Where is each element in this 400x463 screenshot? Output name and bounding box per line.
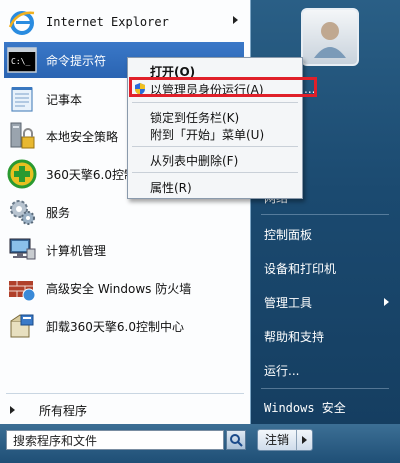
link-label: 帮助和支持 bbox=[264, 329, 325, 344]
notepad-icon bbox=[6, 83, 38, 115]
menu-label: 锁定到任务栏(K) bbox=[150, 110, 240, 125]
security-policy-icon bbox=[6, 120, 38, 152]
search-placeholder: 搜索程序和文件 bbox=[13, 433, 98, 448]
all-programs-button[interactable]: 所有程序 bbox=[4, 399, 244, 421]
menu-label: 附到「开始」菜单(U) bbox=[150, 127, 265, 142]
link-label: 运行... bbox=[264, 363, 300, 378]
program-label: Internet Explorer bbox=[46, 15, 169, 29]
uninstall-icon bbox=[6, 310, 38, 342]
link-run[interactable]: 运行... bbox=[255, 356, 395, 384]
svg-text:C:\_: C:\_ bbox=[11, 57, 30, 66]
link-devices-printers[interactable]: 设备和打印机 bbox=[255, 254, 395, 282]
program-label: 计算机管理 bbox=[46, 243, 107, 258]
program-uninstall-360[interactable]: 卸载360天擎6.0控制中心 bbox=[4, 308, 244, 344]
search-button[interactable] bbox=[226, 430, 246, 450]
menu-properties[interactable]: 属性(R) bbox=[150, 179, 192, 195]
program-label: 命令提示符 bbox=[46, 53, 107, 68]
cmd-icon: C:\_ bbox=[6, 44, 38, 76]
services-icon bbox=[6, 196, 38, 228]
menu-pin-start[interactable]: 附到「开始」菜单(U) bbox=[150, 126, 264, 142]
program-label: 本地安全策略 bbox=[46, 129, 119, 144]
chevron-right-icon bbox=[384, 298, 389, 306]
program-label: 服务 bbox=[46, 205, 71, 220]
divider bbox=[261, 214, 389, 215]
link-label: Windows 安全 bbox=[264, 400, 346, 415]
program-label: 记事本 bbox=[46, 92, 83, 107]
logoff-button[interactable]: 注销 bbox=[257, 429, 313, 451]
search-input[interactable]: 搜索程序和文件 bbox=[6, 430, 224, 450]
link-control-panel[interactable]: 控制面板 bbox=[255, 220, 395, 248]
link-label: 设备和打印机 bbox=[264, 261, 337, 276]
program-label: 高级安全 Windows 防火墙 bbox=[46, 281, 192, 296]
link-admin-tools[interactable]: 管理工具 bbox=[255, 288, 395, 316]
link-windows-security[interactable]: Windows 安全 bbox=[255, 393, 395, 421]
shutdown-options-button[interactable] bbox=[297, 436, 312, 444]
link-label: 控制面板 bbox=[264, 227, 313, 242]
program-internet-explorer[interactable]: Internet Explorer bbox=[4, 4, 244, 40]
360-icon bbox=[6, 158, 38, 190]
ie-icon bbox=[6, 6, 38, 38]
menu-label: 从列表中删除(F) bbox=[150, 153, 239, 168]
link-help-support[interactable]: 帮助和支持 bbox=[255, 322, 395, 350]
divider bbox=[261, 388, 389, 389]
chevron-right-icon bbox=[233, 16, 238, 24]
program-label: 卸载360天擎6.0控制中心 bbox=[46, 319, 184, 334]
all-programs-label: 所有程序 bbox=[39, 403, 88, 418]
menu-label: 属性(R) bbox=[150, 180, 192, 195]
chevron-right-icon bbox=[10, 406, 15, 414]
program-windows-firewall[interactable]: 高级安全 Windows 防火墙 bbox=[4, 270, 244, 306]
program-services[interactable]: 服务 bbox=[4, 194, 244, 230]
menu-remove-from-list[interactable]: 从列表中删除(F) bbox=[150, 152, 238, 168]
user-icon bbox=[314, 22, 346, 58]
program-label: 360天擎6.0控制 bbox=[46, 167, 136, 182]
program-computer-management[interactable]: 计算机管理 bbox=[4, 232, 244, 268]
chevron-right-icon bbox=[302, 436, 307, 444]
divider bbox=[6, 393, 244, 394]
search-icon bbox=[230, 434, 243, 447]
highlight-annotation bbox=[129, 77, 317, 97]
menu-pin-taskbar[interactable]: 锁定到任务栏(K) bbox=[150, 109, 239, 125]
divider bbox=[132, 146, 298, 147]
logoff-label: 注销 bbox=[258, 430, 297, 450]
link-label: 管理工具 bbox=[264, 295, 313, 310]
firewall-icon bbox=[6, 272, 38, 304]
bottom-bar: 搜索程序和文件 注销 bbox=[0, 424, 400, 463]
computer-management-icon bbox=[6, 234, 38, 266]
user-avatar[interactable] bbox=[301, 8, 359, 66]
divider bbox=[132, 102, 298, 103]
divider bbox=[132, 172, 298, 173]
